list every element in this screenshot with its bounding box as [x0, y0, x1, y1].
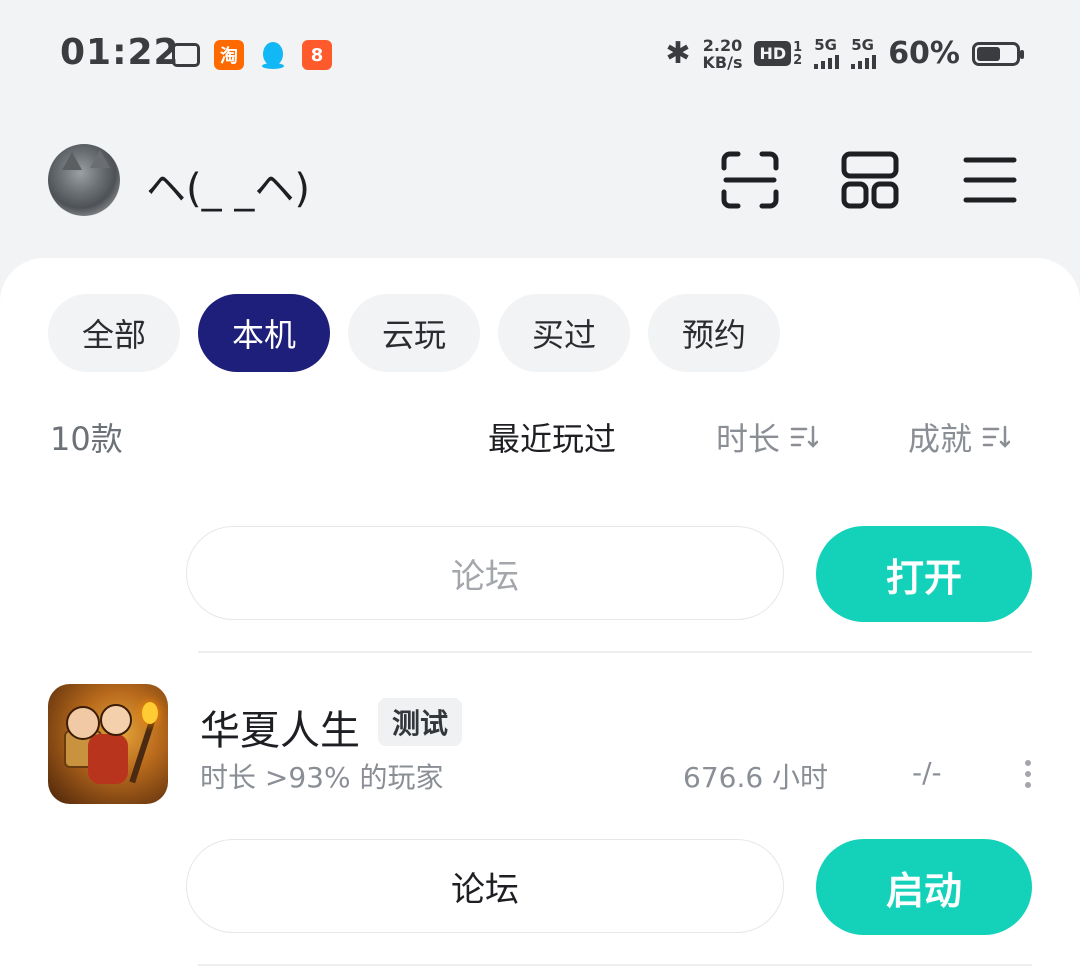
- scan-icon[interactable]: [718, 148, 782, 212]
- test-badge: 测试: [378, 698, 463, 746]
- divider: [198, 964, 1032, 966]
- signal-sim1-label: 5G: [814, 36, 837, 54]
- launch-button[interactable]: 启动: [816, 839, 1032, 935]
- filter-chips: 全部 本机 云玩 买过 预约: [48, 294, 780, 372]
- profile-header: ヘ(_ _ヘ): [0, 118, 1080, 258]
- status-time: 01:22: [60, 32, 180, 73]
- taobao-icon: 淘: [214, 40, 244, 70]
- filter-purchased[interactable]: 买过: [498, 294, 630, 372]
- hd-sim-1: 1: [793, 39, 803, 55]
- apps-grid-icon[interactable]: [838, 148, 902, 212]
- network-speed-value: 2.20: [702, 35, 743, 55]
- sort-achievement[interactable]: 成就: [908, 414, 1011, 460]
- filter-reserved[interactable]: 预约: [648, 294, 780, 372]
- username[interactable]: ヘ(_ _ヘ): [146, 156, 310, 214]
- filter-cloud[interactable]: 云玩: [348, 294, 480, 372]
- avatar[interactable]: [48, 144, 120, 216]
- network-speed: 2.20 KB/s: [703, 37, 743, 71]
- hd-voice-icon: HD: [754, 41, 792, 66]
- filter-local[interactable]: 本机: [198, 294, 330, 372]
- qq-penguin-icon: [258, 40, 288, 70]
- tv-icon: [172, 43, 200, 67]
- game-playtime-rank: 时长 >93% 的玩家: [200, 761, 444, 794]
- network-speed-unit: KB/s: [702, 52, 743, 72]
- game-title[interactable]: 华夏人生: [200, 698, 360, 756]
- status-bar: 01:22 淘 8 ✱ 2.20 KB/s HD 1 2 5G 5G 60%: [0, 0, 1080, 118]
- signal-bars-icon: [851, 53, 877, 69]
- notification-icons: 淘 8: [172, 40, 332, 70]
- menu-icon[interactable]: [958, 148, 1022, 212]
- sort-icon: [982, 425, 1011, 448]
- kuaishou-icon: 8: [302, 40, 332, 70]
- sort-icon: [790, 425, 819, 448]
- game-library-card: 全部 本机 云玩 买过 预约 10款 最近玩过 时长 成就 论坛 打开 华夏人生…: [0, 258, 1080, 973]
- game-hours: 676.6 小时: [683, 761, 829, 794]
- signal-bars-icon: [814, 53, 840, 69]
- system-icons: ✱ 2.20 KB/s HD 1 2 5G 5G 60%: [665, 36, 1024, 71]
- sort-bar: 10款 最近玩过 时长 成就: [0, 406, 1080, 466]
- open-button[interactable]: 打开: [816, 526, 1032, 622]
- filter-all[interactable]: 全部: [48, 294, 180, 372]
- more-options-icon[interactable]: [1018, 758, 1038, 790]
- sort-duration-label: 时长: [716, 420, 781, 458]
- hd-voice-indicator: HD 1 2: [754, 41, 802, 67]
- sort-achievement-label: 成就: [908, 420, 973, 458]
- forum-button[interactable]: 论坛: [186, 839, 784, 933]
- signal-sim2: 5G: [851, 36, 877, 69]
- signal-sim2-label: 5G: [851, 36, 874, 54]
- battery-percent: 60%: [888, 36, 960, 71]
- sort-recent[interactable]: 最近玩过: [488, 414, 616, 460]
- battery-icon: [972, 41, 1024, 66]
- sort-duration[interactable]: 时长: [716, 414, 819, 460]
- game-achievement: -/-: [912, 756, 942, 789]
- game-icon[interactable]: [48, 684, 168, 804]
- hd-sim-2: 2: [793, 52, 803, 68]
- signal-sim1: 5G: [814, 36, 840, 69]
- game-count: 10款: [50, 420, 123, 458]
- divider: [198, 651, 1032, 653]
- bluetooth-icon: ✱: [665, 36, 691, 71]
- forum-button[interactable]: 论坛: [186, 526, 784, 620]
